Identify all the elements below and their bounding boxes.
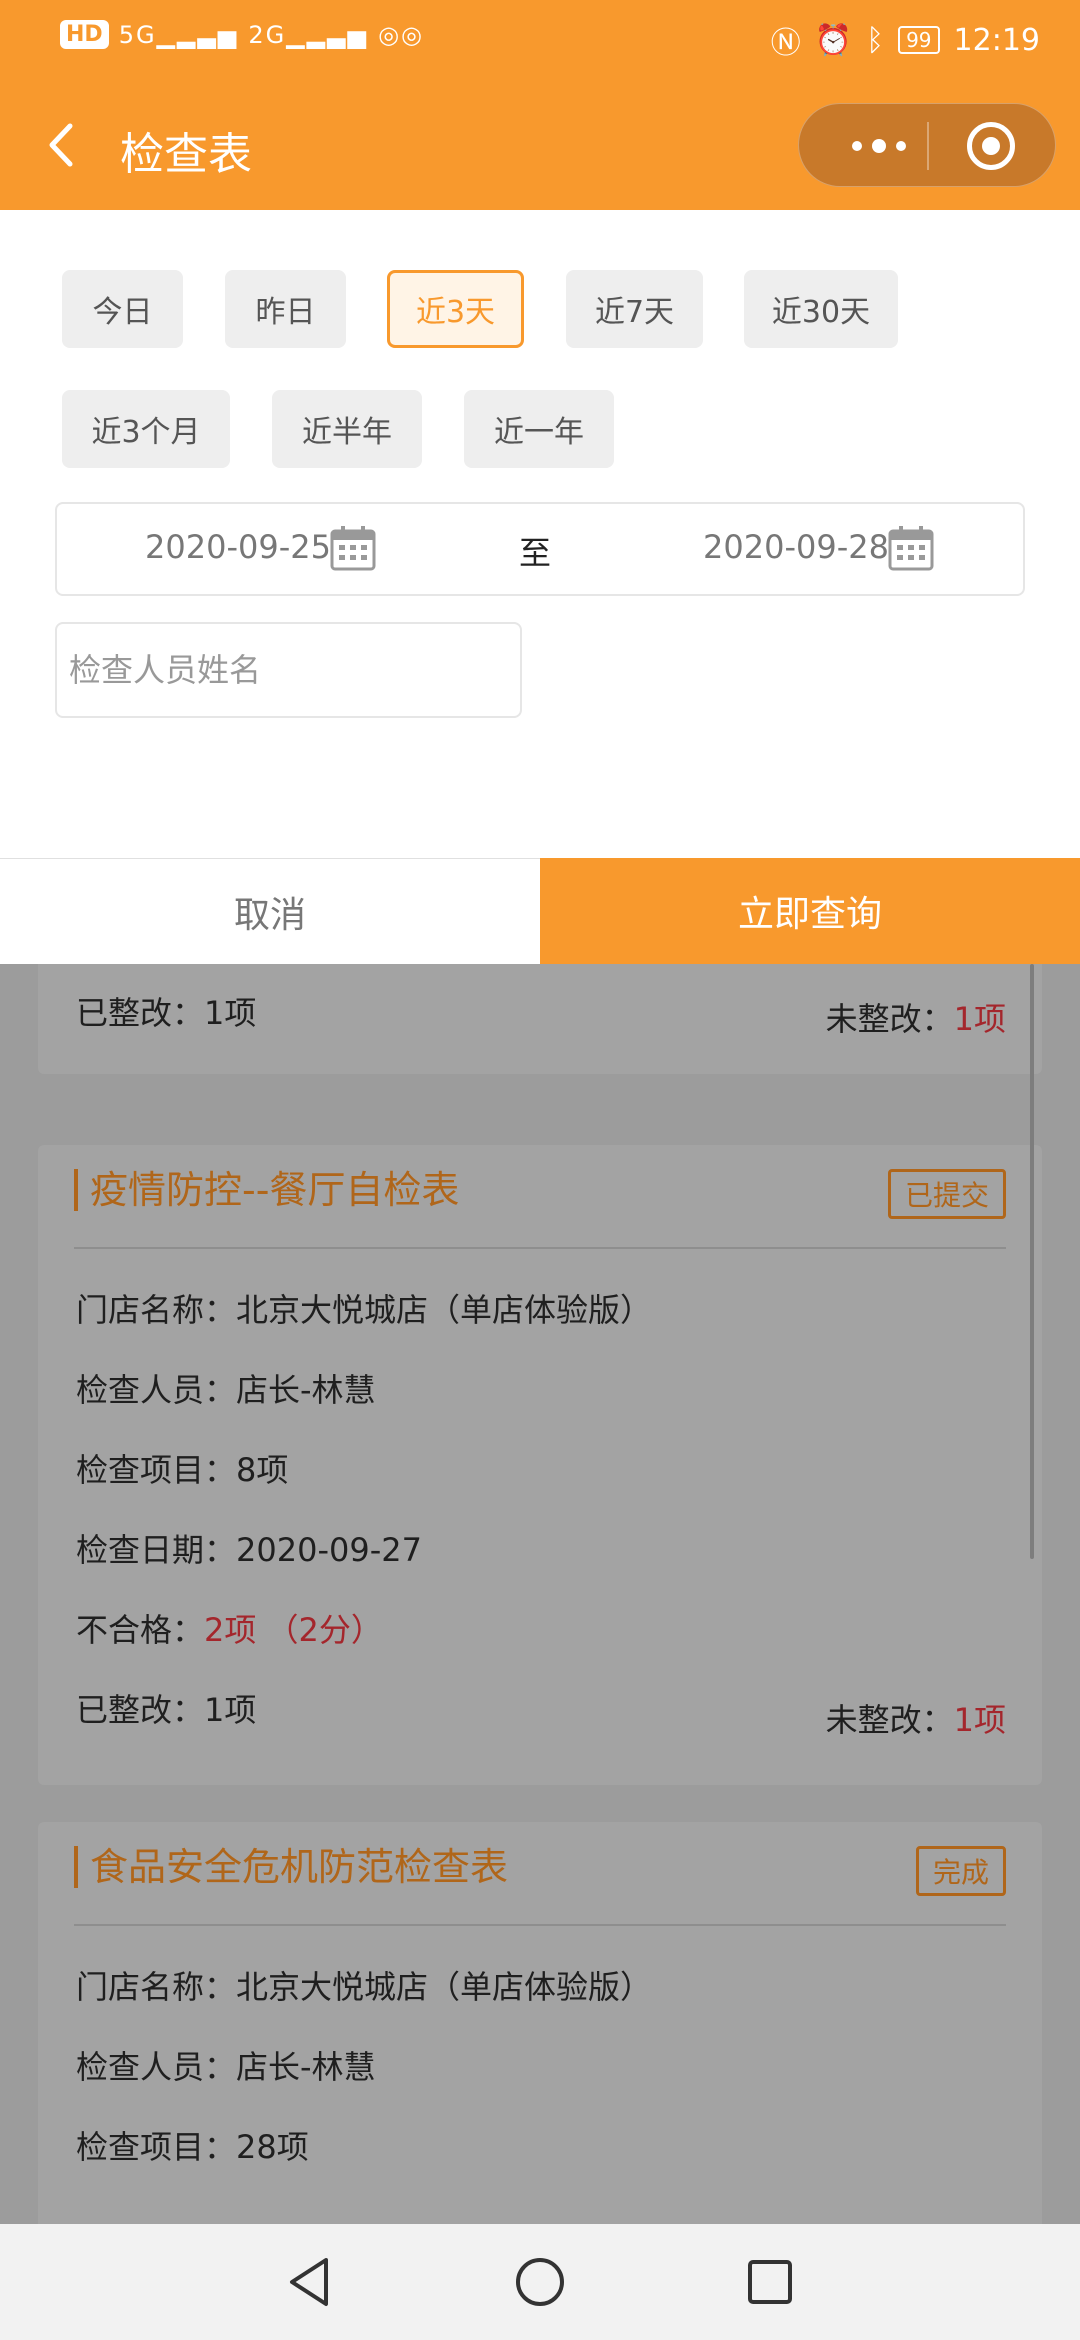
- store-name: 门店名称：北京大悦城店（单店体验版）: [76, 1968, 653, 2006]
- capsule-divider: [927, 122, 929, 170]
- nav-back-icon[interactable]: [282, 2254, 338, 2310]
- card-title: 疫情防控--餐厅自检表: [74, 1169, 459, 1211]
- alarm-icon: ⏰: [814, 22, 853, 58]
- list-item[interactable]: 已整改：1项 未整改：1项: [38, 964, 1042, 1074]
- wechat-icon: ◎◎: [378, 20, 424, 49]
- chip-yesterday[interactable]: 昨日: [225, 270, 346, 348]
- nfc-icon: Ⓝ: [770, 26, 801, 61]
- rectified-count: 已整改：1项: [76, 994, 257, 1032]
- battery-icon: 99: [898, 26, 940, 54]
- card-divider: [74, 1247, 1006, 1249]
- chip-last-year[interactable]: 近一年: [464, 390, 614, 468]
- nav-recents-icon[interactable]: [742, 2254, 798, 2310]
- check-items: 检查项目：8项: [76, 1451, 289, 1489]
- end-date[interactable]: 2020-09-28: [703, 528, 889, 566]
- more-dots-icon[interactable]: [829, 104, 929, 188]
- to-label: 至: [519, 534, 552, 572]
- chip-last-7-days[interactable]: 近7天: [566, 270, 703, 348]
- status-badge: 完成: [915, 1846, 1006, 1896]
- target-close-icon[interactable]: [967, 122, 1015, 170]
- nav-home-icon[interactable]: [512, 2254, 568, 2310]
- filter-panel: 今日 昨日 近3天 近7天 近30天 近3个月 近半年 近一年 2020-09-…: [0, 210, 1080, 858]
- chip-last-30-days[interactable]: 近30天: [744, 270, 898, 348]
- signal-icon-2: 2G▁▂▃▅: [248, 20, 369, 49]
- inspector: 检查人员：店长-林慧: [76, 2048, 376, 2086]
- signal-icon-1: 5G▁▂▃▅: [118, 20, 239, 49]
- mini-program-capsule: [798, 103, 1056, 187]
- list-item[interactable]: 食品安全危机防范检查表 完成 门店名称：北京大悦城店（单店体验版） 检查人员：店…: [38, 1822, 1042, 2224]
- chip-last-3-days[interactable]: 近3天: [387, 270, 524, 348]
- status-badge: 已提交: [887, 1169, 1006, 1219]
- query-button[interactable]: 立即查询: [540, 858, 1080, 964]
- chip-last-3-months[interactable]: 近3个月: [62, 390, 230, 468]
- status-bar: HD 5G▁▂▃▅ 2G▁▂▃▅ ◎◎ Ⓝ ⏰ ᛒ 99 12:19: [0, 0, 1080, 80]
- date-range: 2020-09-25 至 2020-09-28: [55, 502, 1025, 596]
- cancel-button[interactable]: 取消: [0, 858, 540, 964]
- app-header: 检查表: [0, 80, 1080, 210]
- chevron-left-icon[interactable]: [40, 120, 90, 170]
- clock-time: 12:19: [953, 22, 1040, 58]
- inspection-list: 已整改：1项 未整改：1项 疫情防控--餐厅自检表 已提交 门店名称：北京大悦城…: [0, 964, 1080, 2224]
- unrectified-count: 未整改：1项: [825, 1701, 1006, 1739]
- list-item[interactable]: 疫情防控--餐厅自检表 已提交 门店名称：北京大悦城店（单店体验版） 检查人员：…: [38, 1145, 1042, 1785]
- bluetooth-icon: ᛒ: [866, 22, 885, 58]
- system-nav-bar: [0, 2224, 1080, 2340]
- hd-indicator: HD: [60, 20, 109, 49]
- unrectified-count: 未整改：1项: [825, 1000, 1006, 1038]
- calendar-icon[interactable]: [329, 524, 377, 572]
- card-divider: [74, 1924, 1006, 1926]
- store-name: 门店名称：北京大悦城店（单店体验版）: [76, 1291, 653, 1329]
- page-title: 检查表: [120, 129, 252, 180]
- calendar-icon[interactable]: [887, 524, 935, 572]
- check-items: 检查项目：28项: [76, 2128, 309, 2166]
- fail-count: 不合格：2项 （2分）: [76, 1611, 383, 1649]
- inspector: 检查人员：店长-林慧: [76, 1371, 376, 1409]
- inspector-name-input[interactable]: [55, 622, 522, 718]
- chip-today[interactable]: 今日: [62, 270, 183, 348]
- chip-last-half-year[interactable]: 近半年: [272, 390, 422, 468]
- rectified-count: 已整改：1项: [76, 1691, 257, 1729]
- check-date: 检查日期：2020-09-27: [76, 1531, 422, 1569]
- card-title: 食品安全危机防范检查表: [74, 1846, 508, 1888]
- list-scrollbar[interactable]: [1030, 964, 1034, 1559]
- start-date[interactable]: 2020-09-25: [145, 528, 331, 566]
